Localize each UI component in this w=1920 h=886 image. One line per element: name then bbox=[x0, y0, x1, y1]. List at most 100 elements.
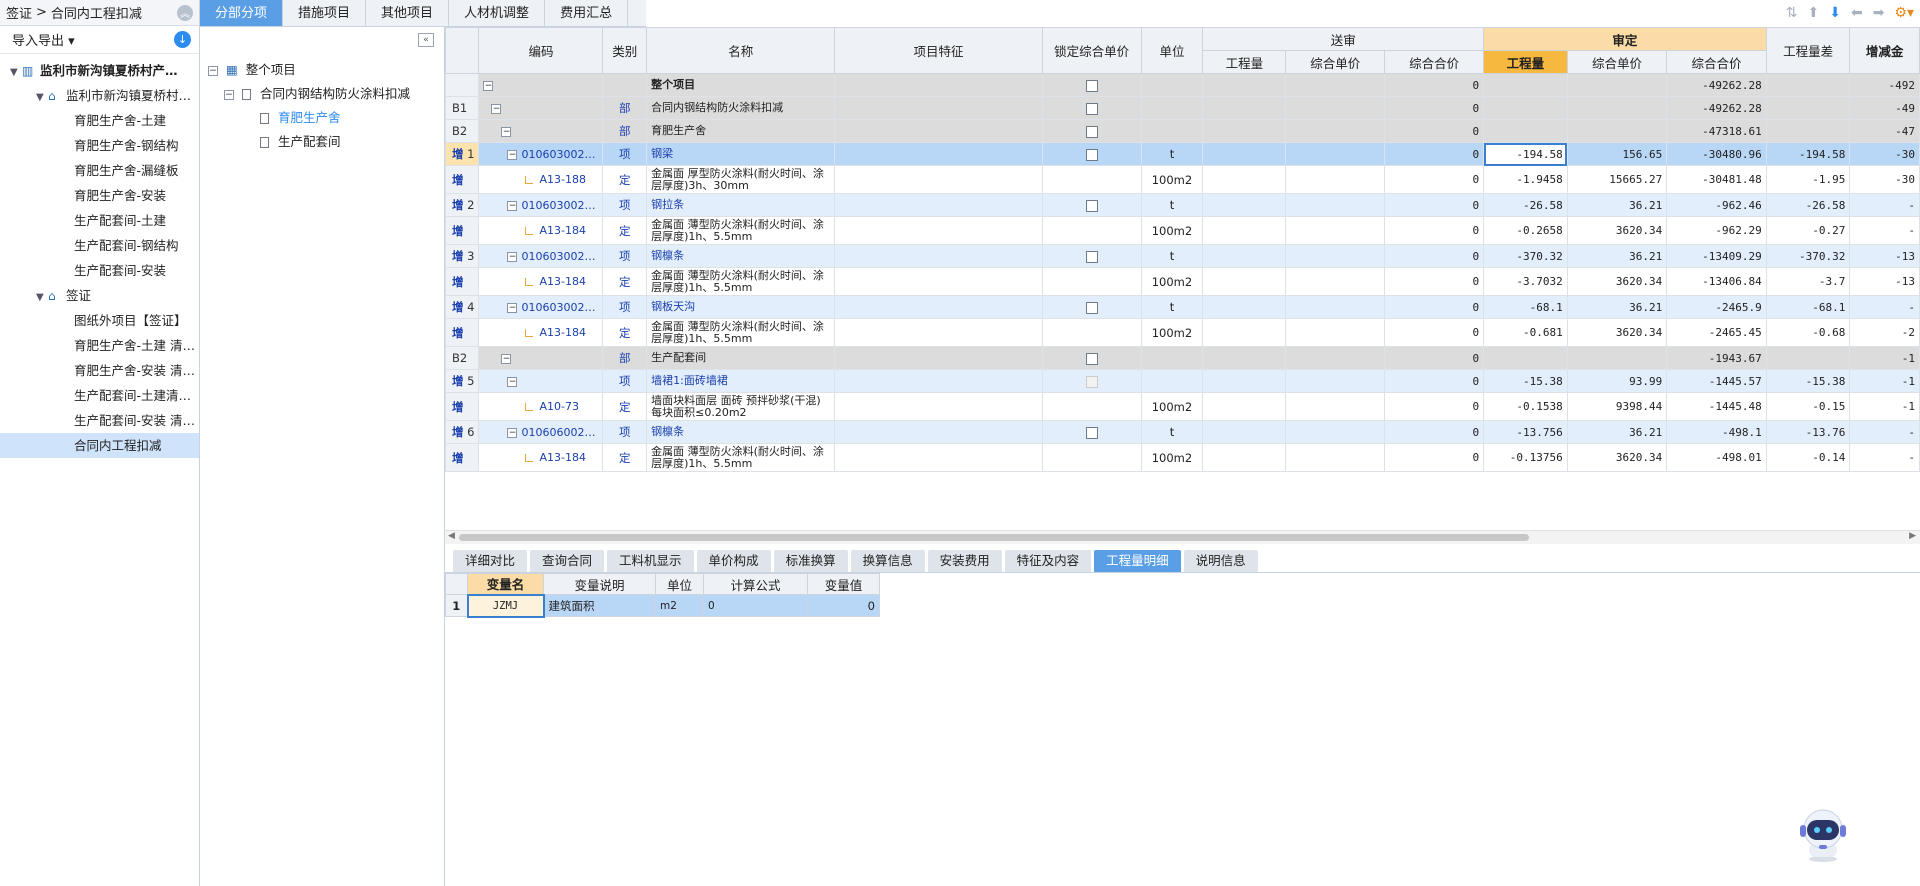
detail-tab-6[interactable]: 安装费用 bbox=[927, 550, 1002, 572]
detail-tab-2[interactable]: 工料机显示 bbox=[607, 550, 694, 572]
sent-total-cell[interactable]: 0 bbox=[1384, 392, 1485, 421]
review-total-cell[interactable]: -498.01 bbox=[1666, 443, 1767, 472]
code-cell[interactable]: − bbox=[478, 369, 604, 393]
scrollbar-thumb[interactable] bbox=[459, 534, 1529, 541]
inc-amount-cell[interactable]: - bbox=[1849, 193, 1920, 217]
name-cell[interactable]: 钢梁 bbox=[646, 142, 836, 166]
inc-amount-cell[interactable]: -1 bbox=[1849, 369, 1920, 393]
name-cell[interactable]: 钢檩条 bbox=[646, 420, 836, 444]
name-cell[interactable]: 整个项目 bbox=[646, 73, 836, 97]
qty-diff-cell[interactable]: -0.27 bbox=[1765, 216, 1851, 245]
lock-price-checkbox[interactable] bbox=[1085, 250, 1098, 263]
type-cell[interactable]: 项 bbox=[602, 142, 648, 166]
feature-cell[interactable] bbox=[834, 318, 1043, 347]
collapse-box-icon[interactable]: − bbox=[501, 126, 512, 137]
review-qty-cell[interactable] bbox=[1483, 346, 1568, 370]
lock-price-checkbox[interactable] bbox=[1085, 148, 1098, 161]
feature-cell[interactable] bbox=[834, 346, 1043, 370]
row-number-cell[interactable] bbox=[445, 73, 480, 97]
name-cell[interactable]: 钢板天沟 bbox=[646, 295, 836, 319]
row-number-cell[interactable]: 增 6 bbox=[445, 420, 480, 444]
row-number-cell[interactable]: 增 5 bbox=[445, 369, 480, 393]
lock-cell[interactable] bbox=[1041, 216, 1142, 245]
lock-price-checkbox[interactable] bbox=[1085, 352, 1098, 365]
type-cell[interactable]: 定 bbox=[602, 216, 648, 245]
inc-amount-cell[interactable]: - bbox=[1849, 216, 1920, 245]
inc-amount-cell[interactable]: -2 bbox=[1849, 318, 1920, 347]
header-review-qty[interactable]: 工程量 bbox=[1483, 50, 1568, 74]
qty-diff-cell[interactable]: -13.76 bbox=[1765, 420, 1851, 444]
review-qty-cell[interactable]: -0.13756 bbox=[1483, 443, 1568, 472]
sent-qty-cell[interactable] bbox=[1202, 165, 1287, 194]
feature-cell[interactable] bbox=[834, 267, 1043, 296]
header-unit[interactable]: 单位 bbox=[1140, 27, 1204, 74]
feature-cell[interactable] bbox=[834, 165, 1043, 194]
sidebar-tree-item[interactable]: 图纸外项目【签证】 bbox=[0, 308, 199, 333]
name-cell[interactable]: 金属面 薄型防火涂料(耐火时间、涂层厚度)1h、5.5mm bbox=[646, 318, 836, 347]
sent-qty-cell[interactable] bbox=[1202, 73, 1287, 97]
row-number-cell[interactable]: 增 bbox=[445, 267, 480, 296]
inc-amount-cell[interactable]: -30 bbox=[1849, 142, 1920, 166]
qty-diff-cell[interactable]: -1.95 bbox=[1765, 165, 1851, 194]
qty-diff-cell[interactable]: -15.38 bbox=[1765, 369, 1851, 393]
sidebar-tree-item[interactable]: 育肥生产舍-土建 bbox=[0, 108, 199, 133]
unit-cell[interactable]: t bbox=[1140, 193, 1204, 217]
code-cell[interactable]: A13-184 bbox=[478, 318, 604, 347]
qty-diff-cell[interactable]: -3.7 bbox=[1765, 267, 1851, 296]
sent-qty-cell[interactable] bbox=[1202, 392, 1287, 421]
sidebar-tree-item[interactable]: ▼ ⌂ 签证 bbox=[0, 283, 199, 308]
header-sent-total[interactable]: 综合合价 bbox=[1384, 50, 1485, 74]
qty-diff-cell[interactable] bbox=[1765, 119, 1851, 143]
review-total-cell[interactable]: -2465.45 bbox=[1666, 318, 1767, 347]
feature-cell[interactable] bbox=[834, 73, 1043, 97]
unit-cell[interactable]: 100m2 bbox=[1140, 216, 1204, 245]
code-cell[interactable]: −010606002… bbox=[478, 420, 604, 444]
qty-diff-cell[interactable]: -370.32 bbox=[1765, 244, 1851, 268]
collapse-box-icon[interactable]: − bbox=[507, 427, 518, 438]
sent-price-cell[interactable] bbox=[1285, 142, 1386, 166]
unit-cell[interactable]: 100m2 bbox=[1140, 392, 1204, 421]
table-row[interactable]: 增 2−010603002… 项钢拉条 t 0 -26.58 36.21 -962.46 -2… bbox=[445, 193, 1920, 217]
name-cell[interactable]: 墙裙1:面砖墙裙 bbox=[646, 369, 836, 393]
qty-diff-cell[interactable]: -26.58 bbox=[1765, 193, 1851, 217]
collapse-box-icon[interactable]: − bbox=[507, 302, 518, 313]
sent-total-cell[interactable]: 0 bbox=[1384, 420, 1485, 444]
sidebar-tree-item[interactable]: 生产配套间-安装 bbox=[0, 258, 199, 283]
table-row[interactable]: B2 − 部育肥生产舍 0 -47318.61 -47 bbox=[445, 119, 1920, 143]
review-total-cell[interactable]: -1943.67 bbox=[1666, 346, 1767, 370]
collapse-up-icon[interactable]: ︽ bbox=[177, 4, 193, 21]
header-inc[interactable]: 增减金 bbox=[1849, 27, 1920, 74]
code-cell[interactable]: A13-184 bbox=[478, 267, 604, 296]
name-cell[interactable]: 金属面 薄型防火涂料(耐火时间、涂层厚度)1h、5.5mm bbox=[646, 267, 836, 296]
row-number-cell[interactable]: B2 bbox=[445, 346, 480, 370]
scroll-left-icon[interactable]: ◀ bbox=[448, 531, 455, 541]
sidebar-tree-item[interactable]: 育肥生产舍-漏缝板 bbox=[0, 158, 199, 183]
detail-tab-3[interactable]: 单价构成 bbox=[696, 550, 771, 572]
table-row[interactable]: B2 − 部生产配套间 0 -1943.67 -1 bbox=[445, 346, 1920, 370]
sent-qty-cell[interactable] bbox=[1202, 96, 1287, 120]
lock-price-checkbox[interactable] bbox=[1085, 426, 1098, 439]
settings-icon[interactable]: ⚙▾ bbox=[1894, 5, 1914, 21]
review-total-cell[interactable]: -13406.84 bbox=[1666, 267, 1767, 296]
name-cell[interactable]: 金属面 厚型防火涂料(耐火时间、涂层厚度)3h、30mm bbox=[646, 165, 836, 194]
review-qty-cell[interactable]: -0.681 bbox=[1483, 318, 1568, 347]
type-cell[interactable]: 项 bbox=[602, 369, 648, 393]
sent-price-cell[interactable] bbox=[1285, 96, 1386, 120]
review-qty-cell[interactable] bbox=[1483, 96, 1568, 120]
tab-3[interactable]: 人材机调整 bbox=[449, 0, 546, 26]
var-rownum[interactable]: 1 bbox=[445, 594, 468, 617]
review-qty-cell[interactable]: -68.1 bbox=[1483, 295, 1568, 319]
review-total-cell[interactable]: -49262.28 bbox=[1666, 96, 1767, 120]
inc-amount-cell[interactable]: -1 bbox=[1849, 346, 1920, 370]
sent-qty-cell[interactable] bbox=[1202, 346, 1287, 370]
lock-price-checkbox[interactable] bbox=[1085, 199, 1098, 212]
sent-total-cell[interactable]: 0 bbox=[1384, 119, 1485, 143]
sent-total-cell[interactable]: 0 bbox=[1384, 216, 1485, 245]
table-row[interactable]: 增 3−010603002… 项钢檩条 t 0 -370.32 36.21 -13409.2… bbox=[445, 244, 1920, 268]
table-row[interactable]: 增 A13-184 定金属面 薄型防火涂料(耐火时间、涂层厚度)1h、5.5mm 1… bbox=[445, 267, 1920, 296]
detail-tab-5[interactable]: 换算信息 bbox=[850, 550, 925, 572]
name-cell[interactable]: 合同内钢结构防火涂料扣减 bbox=[646, 96, 836, 120]
lock-cell[interactable] bbox=[1041, 443, 1142, 472]
feature-cell[interactable] bbox=[834, 392, 1043, 421]
review-price-cell[interactable]: 36.21 bbox=[1566, 420, 1668, 444]
